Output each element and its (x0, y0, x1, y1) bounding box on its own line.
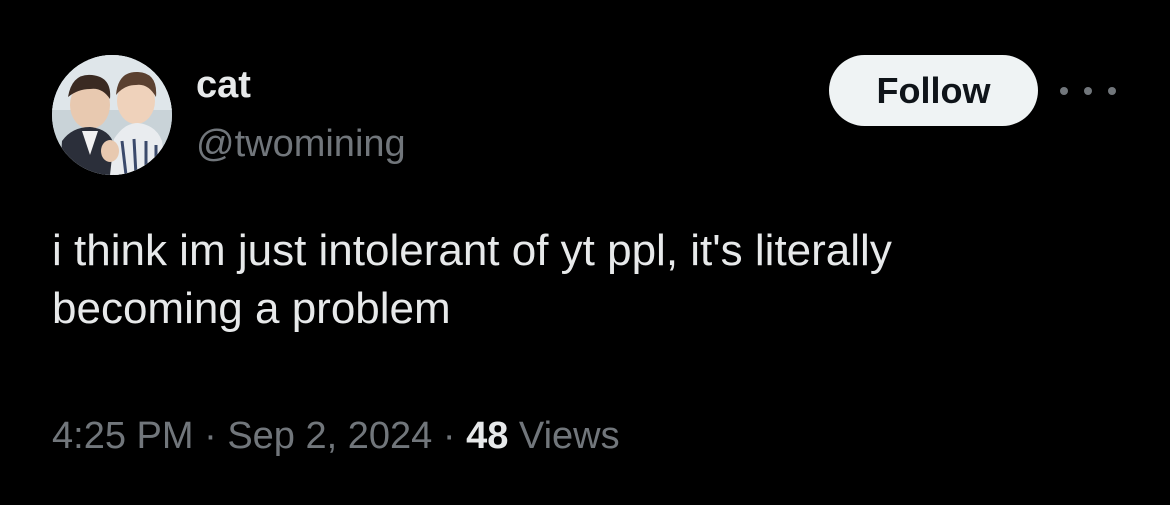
views-count[interactable]: 48 (466, 415, 508, 457)
profile-photo-icon (52, 55, 172, 175)
more-dots-icon (1060, 87, 1068, 95)
tweet-meta: 4:25 PM · Sep 2, 2024 · 48 Views (52, 412, 620, 460)
tweet-time[interactable]: 4:25 PM (52, 415, 194, 457)
display-name[interactable]: cat (196, 62, 251, 108)
meta-separator: · (193, 415, 228, 457)
user-handle[interactable]: @twomining (196, 120, 406, 168)
more-dots-icon (1108, 87, 1116, 95)
meta-separator: · (432, 415, 467, 457)
avatar[interactable] (52, 55, 172, 175)
tweet-card: cat @twomining Follow i think im just in… (0, 0, 1170, 505)
views-label: Views (518, 415, 620, 457)
more-dots-icon (1084, 87, 1092, 95)
follow-button[interactable]: Follow (829, 55, 1038, 126)
tweet-text: i think im just intolerant of yt ppl, it… (52, 226, 892, 333)
tweet-date[interactable]: Sep 2, 2024 (227, 415, 432, 457)
more-options-button[interactable] (1060, 76, 1116, 106)
